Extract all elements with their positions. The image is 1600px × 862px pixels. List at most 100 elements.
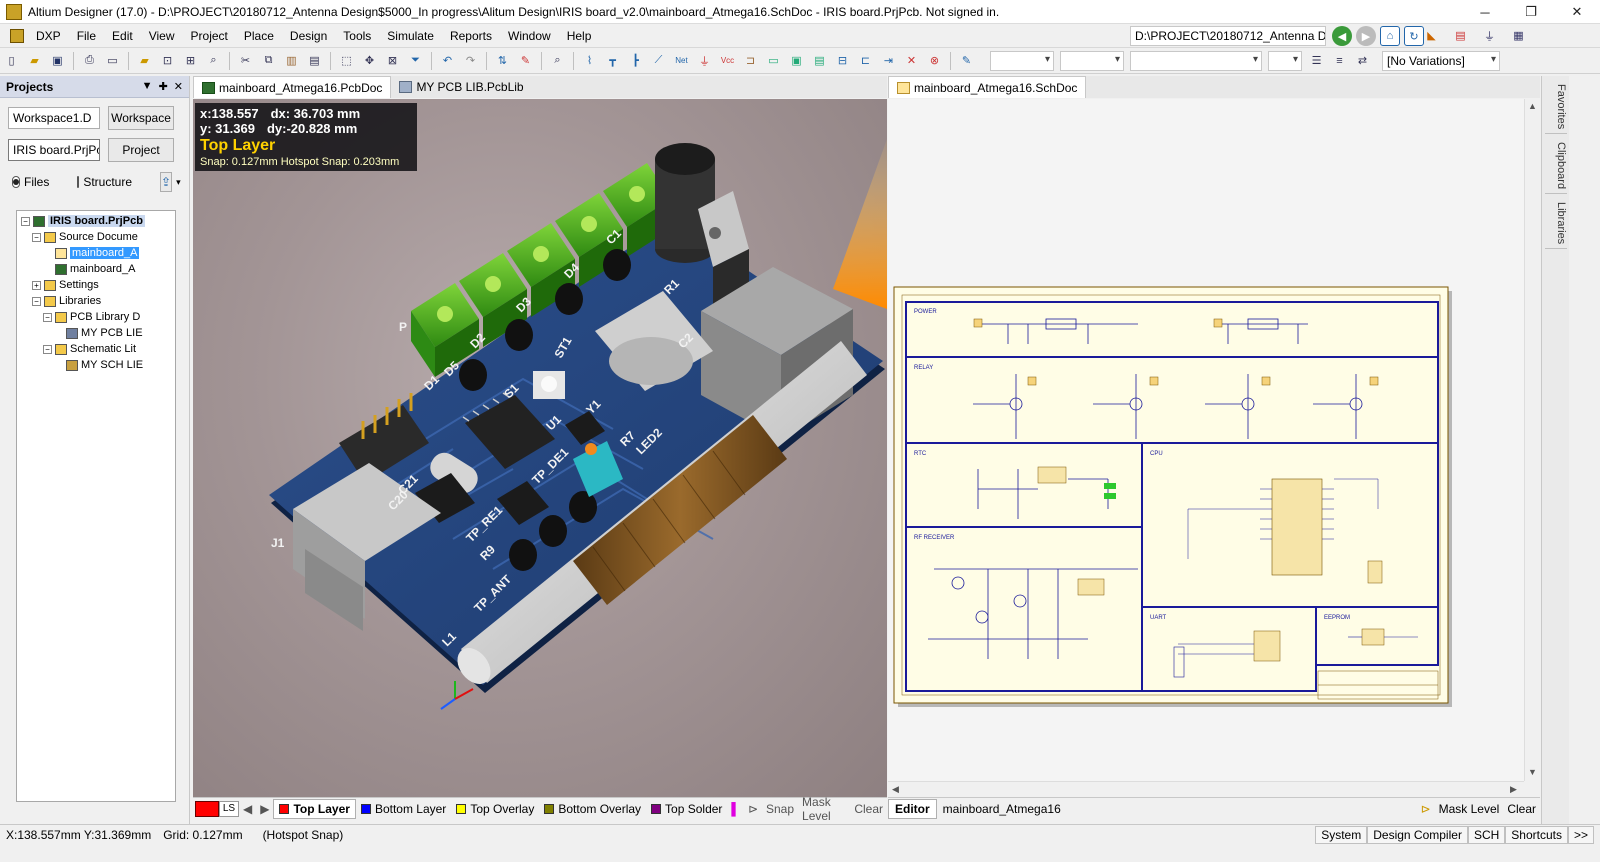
undo-icon[interactable]: ↶ (438, 51, 457, 70)
pin-icon[interactable]: ✚ (159, 80, 168, 93)
chart-icon[interactable]: ◣ (1422, 26, 1441, 45)
sch-doc-tab[interactable]: mainboard_Atmega16 (937, 799, 1067, 819)
part-icon[interactable]: ⊐ (741, 51, 760, 70)
path-combo[interactable]: D:\PROJECT\20180712_Antenna De (1130, 26, 1326, 46)
sch-vertical-scrollbar[interactable]: ▲ ▼ (1524, 99, 1540, 781)
tree-node[interactable]: MY SCH LIE (17, 357, 175, 373)
layer-set-button[interactable]: LS (195, 800, 239, 817)
gnd-port-icon[interactable]: ⏚ (695, 51, 714, 70)
filter-icon[interactable]: ⏷ (406, 51, 425, 70)
paste-icon[interactable]: ▥ (282, 51, 301, 70)
redo-icon[interactable]: ↷ (461, 51, 480, 70)
zoom-fit-icon[interactable]: ⊡ (158, 51, 177, 70)
scroll-down-icon[interactable]: ▼ (1528, 767, 1537, 777)
project-tree[interactable]: − IRIS board.PrjPcb − Source Docume mainboar… (16, 210, 176, 802)
layer-tab[interactable]: Bottom Overlay (539, 799, 646, 819)
layer-tab[interactable]: Top Layer (273, 798, 356, 819)
structure-radio[interactable] (77, 176, 80, 188)
new-icon[interactable]: ▯ (2, 51, 21, 70)
menu-edit[interactable]: Edit (104, 24, 141, 48)
status-more-button[interactable]: >> (1567, 826, 1594, 844)
workspace-button[interactable]: Workspace (108, 106, 174, 130)
layers-icon[interactable]: ▤ (1451, 26, 1470, 45)
project-options-dropdown-icon[interactable]: ▾ (176, 177, 181, 188)
tree-node[interactable]: mainboard_A (17, 261, 175, 277)
tree-node[interactable]: MY PCB LIE (17, 325, 175, 341)
no-erc-icon[interactable]: ✕ (902, 51, 921, 70)
open-project-icon[interactable]: ▰ (135, 51, 154, 70)
scroll-right-icon[interactable]: ▶ (1510, 784, 1517, 795)
menu-window[interactable]: Window (500, 24, 559, 48)
zoom-area-icon[interactable]: ⊞ (181, 51, 200, 70)
open-icon[interactable]: ▰ (25, 51, 44, 70)
menu-dxp[interactable]: DXP (28, 24, 69, 48)
tree-expander-icon[interactable]: − (32, 296, 41, 306)
layer-next-icon[interactable]: ▶ (256, 802, 273, 816)
menu-view[interactable]: View (141, 24, 183, 48)
copy-icon[interactable]: ⧉ (259, 51, 278, 70)
layer-snap-icon[interactable]: ⊳ (744, 802, 762, 816)
menu-file[interactable]: File (69, 24, 104, 48)
menu-tools[interactable]: Tools (335, 24, 379, 48)
panel-menu-icon[interactable]: ▼ (142, 80, 153, 93)
print-icon[interactable]: ⎙ (80, 51, 99, 70)
deselect-icon[interactable]: ⊠ (383, 51, 402, 70)
side-tab-clipboard[interactable]: Clipboard (1545, 138, 1567, 195)
doc-tab[interactable]: mainboard_Atmega16.PcbDoc (193, 76, 392, 98)
sch-horizontal-scrollbar[interactable]: ◀ ▶ (888, 781, 1524, 797)
layer-tab[interactable]: Bottom Layer (356, 799, 451, 819)
minimize-button[interactable]: ─ (1462, 0, 1508, 24)
tree-expander-icon[interactable]: − (32, 232, 41, 242)
project-button[interactable]: Project (108, 138, 174, 162)
grid-icon[interactable]: ▦ (1509, 26, 1528, 45)
status-design-compiler-button[interactable]: Design Compiler (1367, 826, 1468, 844)
status-sch-button[interactable]: SCH (1467, 826, 1506, 844)
workspace-combo[interactable]: Workspace1.D (8, 107, 100, 129)
tree-expander-icon[interactable]: − (43, 344, 52, 354)
status-shortcuts-button[interactable]: Shortcuts (1505, 826, 1568, 844)
harness-connector-icon[interactable]: ⊟ (833, 51, 852, 70)
home-icon[interactable]: ⌂ (1380, 26, 1400, 46)
toolbar-combo-1[interactable] (990, 50, 1054, 71)
tree-expander-icon[interactable]: + (32, 280, 41, 290)
rubber-stamp-icon[interactable]: ▤ (305, 51, 324, 70)
pcb-3d-viewport[interactable]: J1 L1 C1 D3 D4 D2 ST1 S1 Y1 R7 LED2 TP_DE1 TP_RE1 TP_… (193, 99, 887, 797)
diff-pair-icon[interactable]: ⊗ (925, 51, 944, 70)
tree-node[interactable]: − IRIS board.PrjPcb (17, 213, 175, 229)
tree-expander-icon[interactable]: − (21, 216, 30, 226)
doc-tab[interactable]: MY PCB LIB.PcbLib (391, 76, 531, 98)
side-tab-favorites[interactable]: Favorites (1545, 80, 1567, 135)
tree-node[interactable]: mainboard_A (17, 245, 175, 261)
mask-level-button[interactable]: Mask Level (798, 795, 850, 823)
browse-icon[interactable]: ⌕ (548, 51, 567, 70)
back-icon[interactable]: ◀ (1332, 26, 1352, 46)
distribute-icon[interactable]: ≡ (1330, 51, 1349, 70)
sch-clear-button[interactable]: Clear (1503, 802, 1540, 816)
variations-combo[interactable]: [No Variations] (1382, 50, 1500, 71)
tree-node[interactable]: − PCB Library D (17, 309, 175, 325)
toolbar-combo-3[interactable] (1130, 50, 1262, 71)
ground-icon[interactable]: ⏚ (1480, 26, 1499, 45)
menu-project[interactable]: Project (183, 24, 236, 48)
toolbar-combo-2[interactable] (1060, 50, 1124, 71)
harness-entry-icon[interactable]: ⊏ (856, 51, 875, 70)
side-tab-libraries[interactable]: Libraries (1545, 198, 1567, 250)
port-icon[interactable]: ⇥ (879, 51, 898, 70)
zoom-icon[interactable]: ⌕ (204, 51, 223, 70)
editor-tab[interactable]: Editor (888, 798, 937, 819)
print-preview-icon[interactable]: ▭ (103, 51, 122, 70)
wire-icon[interactable]: ⌇ (580, 51, 599, 70)
signal-harness-icon[interactable]: ┣ (626, 51, 645, 70)
sheet-entry-icon[interactable]: ▣ (787, 51, 806, 70)
tree-node[interactable]: − Source Docume (17, 229, 175, 245)
device-sheet-icon[interactable]: ▤ (810, 51, 829, 70)
cut-icon[interactable]: ✂ (236, 51, 255, 70)
bus-entry-icon[interactable]: ⟋ (649, 51, 668, 70)
select-area-icon[interactable]: ⬚ (337, 51, 356, 70)
cross-probe-icon[interactable]: ✎ (516, 51, 535, 70)
layer-snap-button[interactable]: Snap (762, 802, 798, 816)
layer-tab[interactable]: Top Solder (646, 799, 727, 819)
menu-reports[interactable]: Reports (442, 24, 500, 48)
layer-color-icon[interactable]: ▌ (727, 802, 744, 816)
panel-close-icon[interactable]: ✕ (174, 80, 183, 93)
